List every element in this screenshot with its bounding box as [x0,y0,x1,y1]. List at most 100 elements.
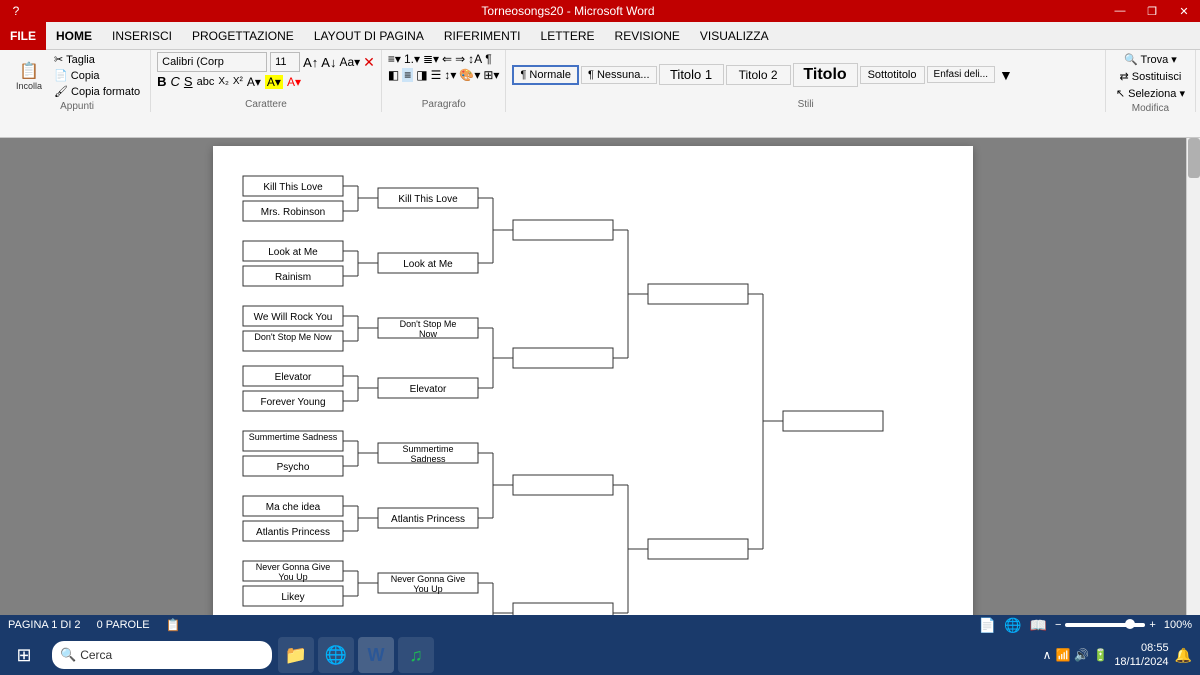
styles-scroll-down[interactable]: ▼ [997,65,1015,85]
svg-text:Atlantis Princess: Atlantis Princess [256,527,330,538]
svg-text:Never Gonna Give: Never Gonna Give [256,562,331,572]
menu-visualizza[interactable]: VISUALIZZA [690,22,779,50]
seleziona-button[interactable]: ↖ Seleziona ▾ [1112,86,1189,101]
taskbar-spotify[interactable]: ♫ [398,637,434,673]
incolla-button[interactable]: 📋 Incolla [10,59,48,93]
strikethrough-button[interactable]: abc [197,76,215,88]
svg-text:You Up: You Up [413,584,442,594]
font-size-input[interactable]: 11 [270,52,300,72]
network-icon[interactable]: 📶 [1055,648,1070,662]
zoom-bar: − + [1055,619,1156,631]
scrollbar-thumb[interactable] [1188,138,1200,178]
svg-text:Look at Me: Look at Me [268,247,318,258]
show-hide-button[interactable]: ¶ [485,52,491,66]
style-titolo2[interactable]: Titolo 2 [726,65,791,85]
menu-riferimenti[interactable]: RIFERIMENTI [434,22,531,50]
font-shrink-button[interactable]: A↓ [321,55,336,70]
svg-text:Never Gonna Give: Never Gonna Give [391,574,466,584]
menu-layout[interactable]: LAYOUT DI PAGINA [304,22,434,50]
menu-file[interactable]: FILE [0,22,46,50]
style-nessuna[interactable]: ¶ Nessuna... [581,66,657,84]
numbering-button[interactable]: 1.▾ [404,52,420,66]
svg-text:Elevator: Elevator [410,384,447,395]
taskbar: ⊞ 🔍 Cerca 📁 🌐 W ♫ ∧ 📶 🔊 🔋 08:55 18/11/20… [0,635,1200,675]
svg-text:Kill This Love: Kill This Love [398,194,458,205]
svg-text:Now: Now [419,329,438,339]
menu-progettazione[interactable]: PROGETTAZIONE [182,22,304,50]
font-color-button[interactable]: A▾ [287,75,301,89]
multilevel-button[interactable]: ≣▾ [423,52,439,66]
tray-chevron[interactable]: ∧ [1043,648,1052,662]
vertical-scrollbar[interactable] [1186,138,1200,615]
italic-button[interactable]: C [171,74,180,89]
zoom-thumb [1125,619,1135,629]
svg-text:Likey: Likey [281,592,304,603]
bold-button[interactable]: B [157,74,166,89]
bullets-button[interactable]: ≡▾ [388,52,401,66]
shading-button[interactable]: 🎨▾ [459,68,480,82]
subscript-button[interactable]: X₂ [218,76,229,87]
proofing-icon[interactable]: 📋 [166,618,181,632]
justify-button[interactable]: ☰ [431,68,442,82]
superscript-button[interactable]: X² [233,76,243,87]
layout-read-icon[interactable]: 📖 [1030,617,1047,634]
menu-bar: FILE HOME INSERISCI PROGETTAZIONE LAYOUT… [0,22,1200,50]
taskbar-word[interactable]: W [358,637,394,673]
borders-button[interactable]: ⊞▾ [483,68,499,82]
taglia-button[interactable]: ✂ Taglia [50,52,144,67]
status-right: 📄 🌐 📖 − + 100% [979,617,1192,634]
word-count: 0 PAROLE [97,619,150,631]
style-sottotitolo[interactable]: Sottotitolo [860,66,925,84]
battery-icon[interactable]: 🔋 [1093,648,1108,662]
font-family-selector[interactable]: Calibri (Corp [157,52,267,72]
taskbar-explorer[interactable]: 📁 [278,637,314,673]
style-normale[interactable]: ¶ Normale [512,65,579,85]
change-case-button[interactable]: Aa▾ [339,55,360,69]
zoom-out-button[interactable]: − [1055,619,1061,631]
style-titolo1[interactable]: Titolo 1 [659,64,724,85]
line-spacing-button[interactable]: ↕▾ [444,68,456,82]
menu-revisione[interactable]: REVISIONE [605,22,690,50]
style-enfasi[interactable]: Enfasi deli... [927,66,995,83]
carattere-group: Calibri (Corp 11 A↑ A↓ Aa▾ ✕ B C S abc X… [151,50,382,112]
highlight-button[interactable]: A▾ [265,75,283,89]
svg-text:Mrs. Robinson: Mrs. Robinson [261,207,325,218]
notification-icon[interactable]: 🔔 [1175,647,1192,664]
align-left-button[interactable]: ◧ [388,68,399,82]
zoom-in-button[interactable]: + [1149,619,1155,631]
trova-button[interactable]: 🔍 Trova ▾ [1120,52,1181,67]
layout-print-icon[interactable]: 📄 [979,617,996,634]
start-button[interactable]: ⊞ [0,635,48,675]
close-button[interactable]: ✕ [1168,0,1200,22]
taskbar-chrome[interactable]: 🌐 [318,637,354,673]
chrome-icon: 🌐 [325,645,347,666]
copia-button[interactable]: 📄 Copia [50,68,144,83]
restore-button[interactable]: ❐ [1136,0,1168,22]
volume-icon[interactable]: 🔊 [1074,648,1089,662]
menu-lettere[interactable]: LETTERE [531,22,605,50]
paragrafo-group: ≡▾ 1.▾ ≣▾ ⇐ ⇒ ↕A ¶ ◧ ≡ ◨ ☰ ↕▾ 🎨▾ ⊞▾ [382,50,507,112]
menu-inserisci[interactable]: INSERISCI [102,22,182,50]
underline-button[interactable]: S [184,74,193,89]
align-center-button[interactable]: ≡ [402,68,413,82]
page-info: PAGINA 1 DI 2 [8,619,81,631]
font-grow-button[interactable]: A↑ [303,55,318,70]
minimize-button[interactable]: — [1104,0,1136,22]
text-color-button[interactable]: A▾ [247,75,261,89]
sostituisci-button[interactable]: ⇄ Sostituisci [1116,69,1186,84]
clear-format-button[interactable]: ✕ [363,54,375,71]
taskbar-search[interactable]: 🔍 Cerca [52,641,272,669]
svg-text:Elevator: Elevator [275,372,312,383]
style-titolo[interactable]: Titolo [793,63,858,87]
layout-web-icon[interactable]: 🌐 [1004,617,1021,634]
help-button[interactable]: ? [0,0,32,22]
svg-text:Summertime: Summertime [402,444,453,454]
sort-button[interactable]: ↕A [468,52,482,66]
zoom-slider[interactable] [1065,623,1145,627]
align-right-button[interactable]: ◨ [416,68,427,82]
copia-formato-button[interactable]: 🖌 Copia formato [50,84,144,99]
clock[interactable]: 08:55 18/11/2024 [1114,641,1168,670]
decrease-indent-button[interactable]: ⇐ [442,52,452,66]
menu-home[interactable]: HOME [46,22,102,50]
increase-indent-button[interactable]: ⇒ [455,52,465,66]
